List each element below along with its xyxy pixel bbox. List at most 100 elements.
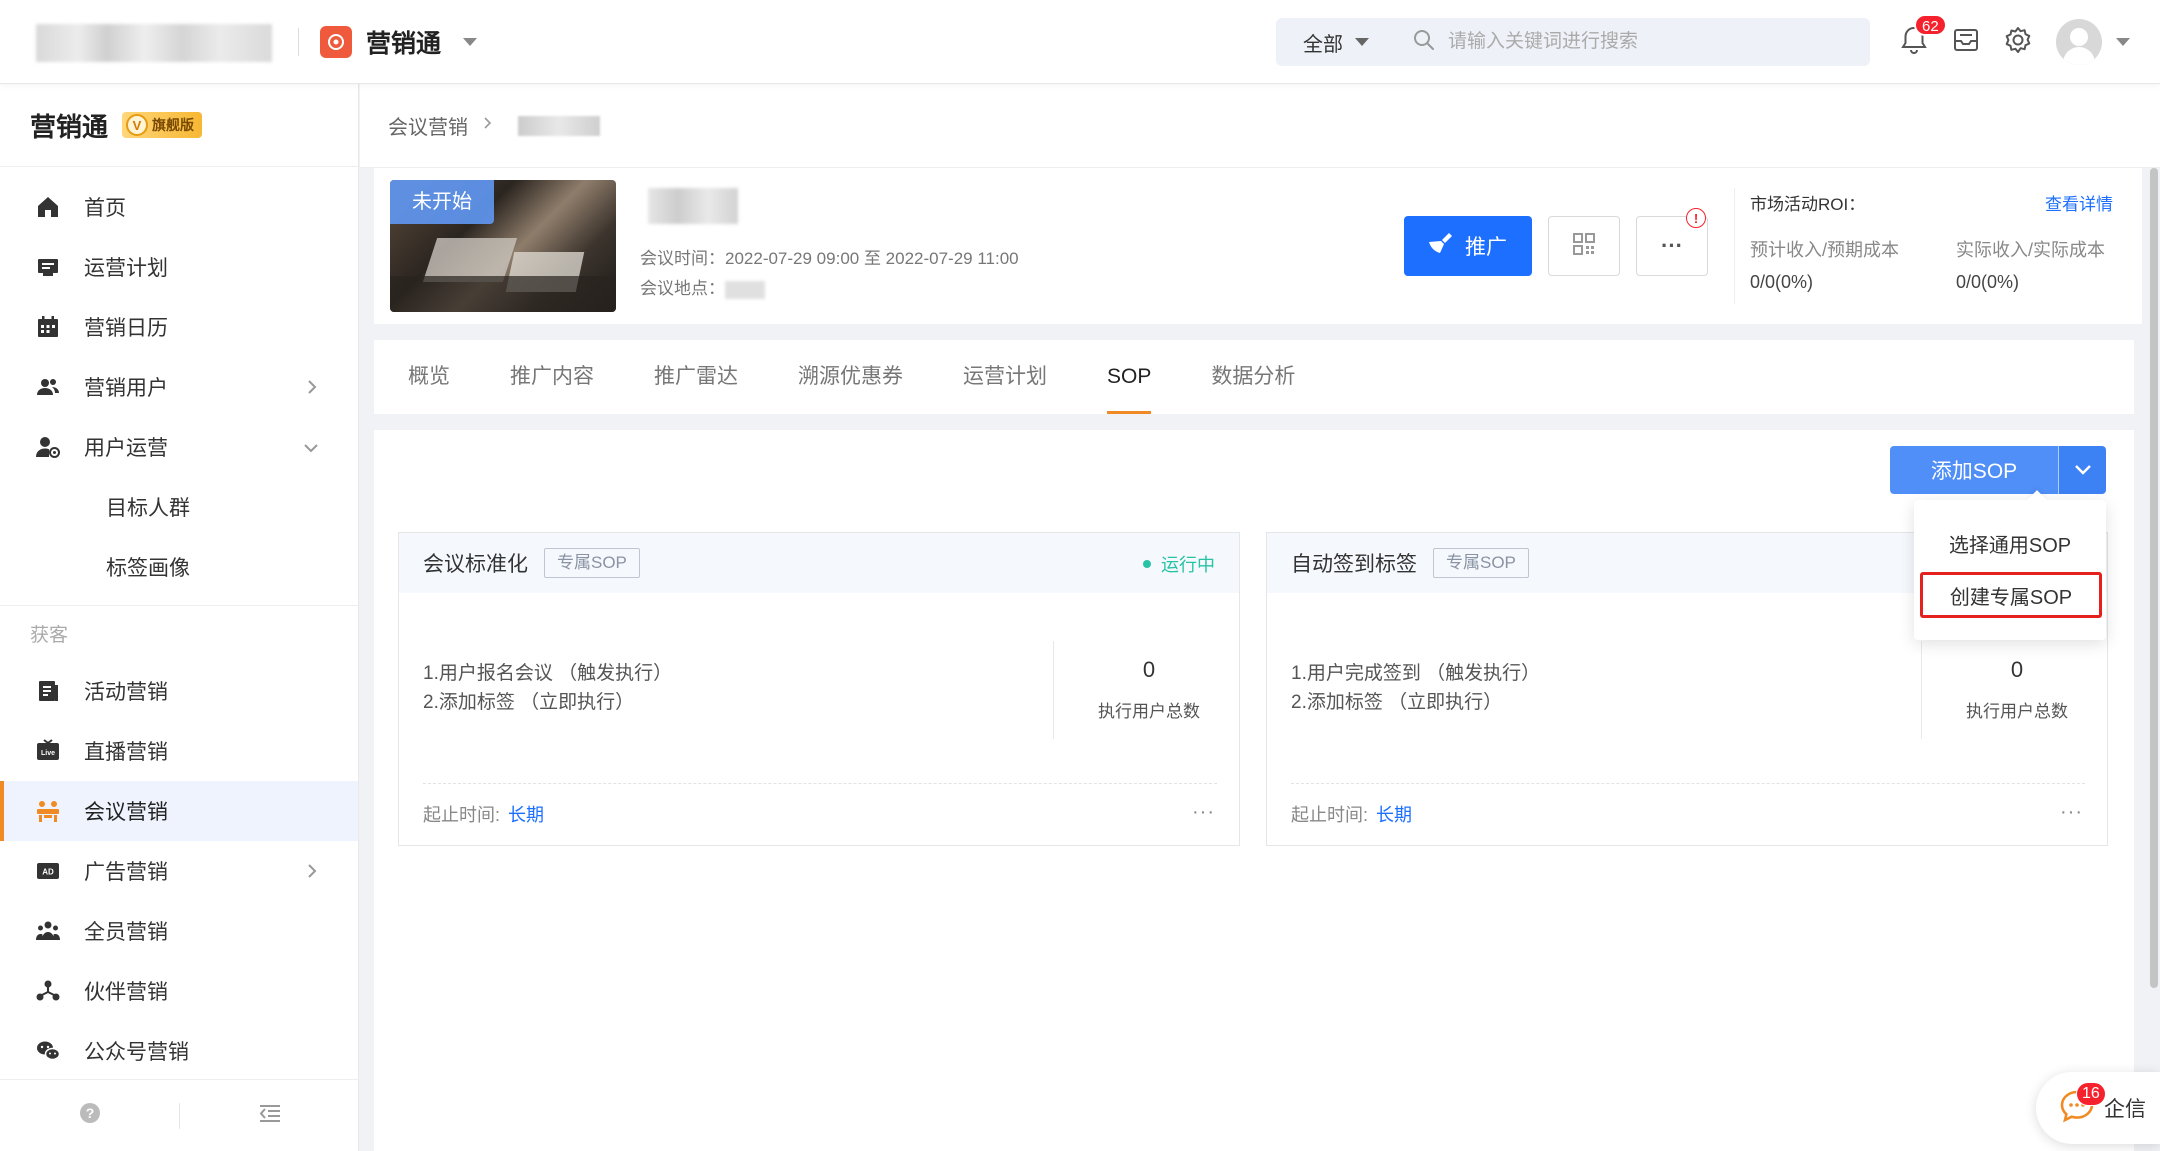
- event-time-value: 2022-07-29 09:00 至 2022-07-29 11:00: [725, 249, 1019, 268]
- chevron-down-icon: [2074, 465, 2091, 475]
- promote-button-label: 推广: [1465, 236, 1507, 259]
- more-icon[interactable]: ···: [1192, 801, 1215, 824]
- sidebar-item-home[interactable]: 首页: [0, 177, 358, 237]
- calendar-icon: [34, 313, 62, 341]
- sidebar-item-user-ops[interactable]: 用户运营: [0, 417, 358, 477]
- sidebar-item-label: 营销用户: [84, 377, 168, 400]
- sop-time-value: 长期: [1376, 805, 1413, 825]
- gear-icon: [2002, 24, 2034, 61]
- sidebar-item-label: 公众号营销: [84, 1041, 189, 1064]
- sidebar-item-ad-marketing[interactable]: AD 广告营销: [0, 841, 358, 901]
- app-switcher[interactable]: 营销通: [320, 22, 478, 62]
- global-search: 全部: [1276, 18, 1870, 66]
- live-icon: Live: [34, 737, 62, 765]
- broom-icon: [1429, 230, 1455, 262]
- sidebar-item-label: 用户运营: [84, 437, 168, 460]
- sidebar-item-ops-plan[interactable]: 运营计划: [0, 237, 358, 297]
- sop-time-value: 长期: [508, 805, 545, 825]
- search-scope-select[interactable]: 全部: [1276, 28, 1396, 57]
- collapse-sidebar-button[interactable]: [180, 1101, 359, 1130]
- partner-icon: [34, 977, 62, 1005]
- search-input[interactable]: [1448, 31, 1868, 53]
- home-icon: [34, 193, 62, 221]
- add-sop-button[interactable]: 添加SOP: [1890, 446, 2106, 494]
- sop-time-label: 起止时间:: [423, 805, 501, 825]
- tab-trace-coupon[interactable]: 溯源优惠券: [798, 340, 903, 414]
- sidebar-item-label: 标签画像: [106, 557, 190, 580]
- sidebar-item-all-staff-marketing[interactable]: 全员营销: [0, 901, 358, 961]
- page-scrollbar[interactable]: [2148, 168, 2160, 992]
- chevron-down-icon: [302, 438, 320, 462]
- chevron-down-icon: [463, 38, 478, 46]
- company-logo-blurred: [36, 24, 272, 62]
- roi-detail-link[interactable]: 查看详情: [2045, 190, 2113, 215]
- roi-title: 市场活动ROI：: [1750, 195, 1866, 214]
- sop-steps: 1.用户报名会议 （触发执行） 2.添加标签 （立即执行）: [423, 659, 672, 717]
- sidebar: 营销通 V 旗舰版 首页 运营计划 营销日历 营销用户 用户运营 目标人群 标签…: [0, 84, 359, 1151]
- status-dot-icon: [1143, 560, 1151, 568]
- menu-item-create-exclusive-sop[interactable]: 创建专属SOP: [1920, 572, 2102, 618]
- sop-step: 1.用户完成签到 （触发执行）: [1291, 663, 1541, 684]
- sop-type-tag: 专属SOP: [1433, 548, 1529, 578]
- sop-card[interactable]: 会议标准化 专属SOP 运行中 1.用户报名会议 （触发执行） 2.添加标签 （…: [398, 532, 1240, 846]
- sidebar-item-label: 全员营销: [84, 921, 168, 944]
- help-button[interactable]: ?: [0, 1101, 179, 1130]
- sidebar-item-marketing-users[interactable]: 营销用户: [0, 357, 358, 417]
- user-avatar[interactable]: [2056, 19, 2102, 65]
- activity-icon: [34, 677, 62, 705]
- inbox-button[interactable]: [1942, 18, 1990, 66]
- breadcrumb-parent[interactable]: 会议营销: [388, 111, 468, 140]
- sop-status: 运行中: [1143, 551, 1215, 577]
- vip-icon: V: [126, 114, 149, 136]
- chevron-down-icon[interactable]: [2116, 38, 2130, 46]
- roi-expected-label: 预计收入/预期成本: [1750, 240, 1900, 260]
- qrcode-button[interactable]: [1548, 216, 1620, 276]
- more-icon[interactable]: ···: [2060, 801, 2083, 824]
- sidebar-item-tag-profile[interactable]: 标签画像: [0, 537, 358, 597]
- help-icon: ?: [78, 1101, 102, 1130]
- tab-data-analysis[interactable]: 数据分析: [1211, 340, 1295, 414]
- tab-promo-content[interactable]: 推广内容: [510, 340, 594, 414]
- sop-name: 自动签到标签: [1291, 553, 1417, 576]
- enterprise-chat-button[interactable]: 企信 16: [2036, 1072, 2160, 1144]
- sidebar-item-meeting-marketing[interactable]: 会议营销: [0, 781, 358, 841]
- ad-icon: AD: [34, 857, 62, 885]
- sop-user-count-label: 执行用户总数: [1966, 702, 2068, 721]
- edition-badge: V 旗舰版: [122, 112, 203, 138]
- tab-promo-radar[interactable]: 推广雷达: [654, 340, 738, 414]
- breadcrumb: 会议营销: [360, 84, 2160, 168]
- sop-user-count: 0: [1142, 657, 1156, 682]
- promote-button[interactable]: 推广: [1404, 216, 1532, 276]
- sidebar-item-label: 直播营销: [84, 741, 168, 764]
- sidebar-item-label: 首页: [84, 197, 126, 220]
- svg-text:?: ?: [85, 1105, 94, 1121]
- add-sop-dropdown-toggle[interactable]: [2058, 446, 2106, 494]
- sidebar-item-live-marketing[interactable]: Live 直播营销: [0, 721, 358, 781]
- sidebar-item-wechat-marketing[interactable]: 公众号营销: [0, 1021, 358, 1081]
- sop-type-tag: 专属SOP: [544, 548, 640, 578]
- chevron-right-icon: [304, 862, 320, 886]
- sop-step: 2.添加标签 （立即执行）: [1291, 692, 1503, 713]
- notification-button[interactable]: 62: [1890, 14, 1947, 66]
- sop-steps: 1.用户完成签到 （触发执行） 2.添加标签 （立即执行）: [1291, 659, 1540, 717]
- settings-button[interactable]: [1994, 18, 2042, 66]
- event-tabs: 概览 推广内容 推广雷达 溯源优惠券 运营计划 SOP 数据分析: [374, 340, 2134, 414]
- sop-time-range: 起止时间: 长期: [423, 801, 544, 827]
- sidebar-item-calendar[interactable]: 营销日历: [0, 297, 358, 357]
- collapse-icon: [257, 1101, 283, 1130]
- sidebar-title: 营销通: [30, 111, 109, 142]
- sidebar-item-label: 营销日历: [84, 317, 168, 340]
- sop-name: 会议标准化: [423, 553, 528, 576]
- sidebar-item-label: 目标人群: [106, 497, 190, 520]
- chevron-right-icon: [304, 378, 320, 402]
- sidebar-item-partner-marketing[interactable]: 伙伴营销: [0, 961, 358, 1021]
- sidebar-item-target-audience[interactable]: 目标人群: [0, 477, 358, 537]
- chevron-down-icon: [1355, 38, 1369, 46]
- app-logo-icon: [320, 26, 352, 58]
- add-sop-button-label[interactable]: 添加SOP: [1890, 446, 2058, 494]
- menu-item-select-common-sop[interactable]: 选择通用SOP: [1914, 520, 2106, 566]
- tab-overview[interactable]: 概览: [408, 340, 450, 414]
- tab-sop[interactable]: SOP: [1107, 340, 1152, 414]
- tab-ops-plan[interactable]: 运营计划: [963, 340, 1047, 414]
- sidebar-item-activity-marketing[interactable]: 活动营销: [0, 661, 358, 721]
